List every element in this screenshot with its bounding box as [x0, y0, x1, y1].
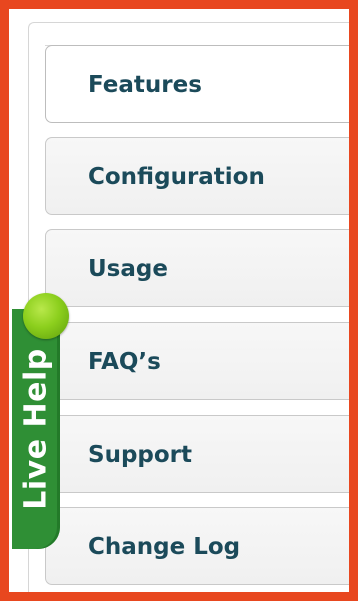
- screenshot-frame: Features Configuration Usage FAQ’s Suppo…: [0, 0, 358, 601]
- live-help-label: Live Help: [18, 348, 54, 510]
- tab-configuration[interactable]: Configuration: [45, 137, 349, 215]
- online-status-icon: [23, 293, 69, 339]
- tab-faqs[interactable]: FAQ’s: [45, 322, 349, 400]
- tab-change-log[interactable]: Change Log: [45, 507, 349, 585]
- tab-usage[interactable]: Usage: [45, 229, 349, 307]
- tab-label: Support: [88, 442, 193, 468]
- tab-support[interactable]: Support: [45, 415, 349, 493]
- tab-label: Usage: [88, 256, 168, 282]
- tab-label: Features: [88, 72, 202, 98]
- tab-label: FAQ’s: [88, 349, 161, 375]
- tab-label: Change Log: [88, 534, 241, 560]
- tab-label: Configuration: [88, 164, 265, 190]
- live-help-button[interactable]: Live Help: [12, 309, 60, 549]
- tab-features[interactable]: Features: [45, 45, 349, 123]
